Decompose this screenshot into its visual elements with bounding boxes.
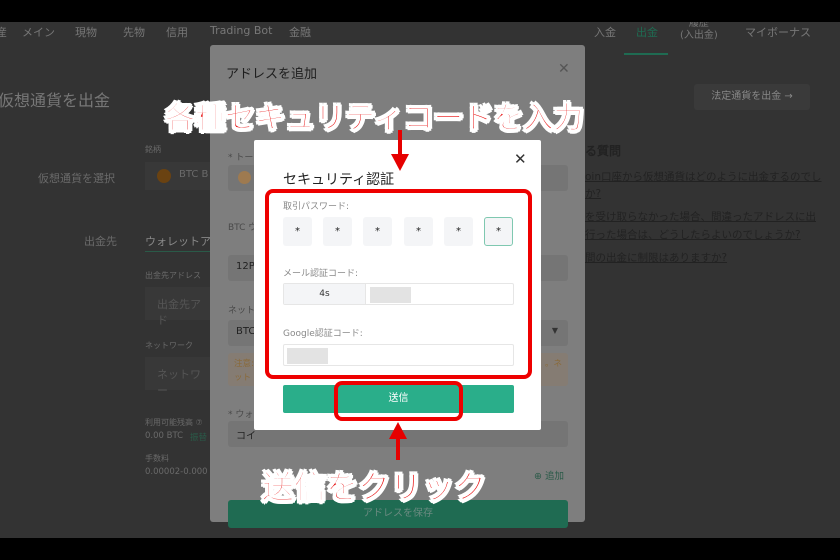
balance-value: 0.00 BTC: [145, 431, 184, 441]
btc-wallet-label: BTC ウ: [228, 223, 258, 233]
faq-link-2b[interactable]: 行った場合は、どうしたらよいのでしょうか?: [585, 227, 801, 242]
nav-trading-bot[interactable]: Trading Bot: [210, 24, 272, 37]
security-title: セキュリティ認証: [283, 172, 395, 188]
plus-circle-icon: ⊕: [534, 471, 542, 482]
close-icon[interactable]: ✕: [514, 150, 527, 168]
fee-label: 手数料: [145, 454, 169, 463]
transfer-link[interactable]: 振替: [190, 431, 207, 443]
nav-finance[interactable]: 金融: [289, 24, 311, 40]
annotation-enter-codes: 各種セキュリティコードを入力: [164, 101, 584, 137]
nav-main[interactable]: メイン: [22, 24, 55, 40]
arrow-down-icon: [391, 130, 409, 171]
faq-link-1[interactable]: oin口座から仮想通貨はどのように出金するのでし: [585, 169, 822, 184]
fee-value: 0.00002-0.000: [145, 467, 208, 477]
coin-label: 銘柄: [145, 145, 161, 154]
active-tab-indicator: [624, 53, 668, 55]
nav-deposit[interactable]: 入金: [594, 24, 616, 40]
nav-futures[interactable]: 先物: [123, 24, 145, 40]
annotation-highlight-submit: [334, 381, 463, 421]
select-crypto-label: 仮想通貨を選択: [38, 172, 115, 185]
page-title: 仮想通貨を出金: [0, 91, 111, 110]
annotation-click-submit: 送信をクリック: [261, 468, 487, 507]
token-label: * トー: [228, 153, 254, 163]
tab-underline: [145, 251, 210, 252]
faq-link-1b[interactable]: か?: [585, 186, 601, 201]
address-input[interactable]: 出金先アド: [145, 287, 210, 327]
add-address-title: アドレスを追加: [226, 67, 318, 82]
address-label: 出金先アドレス: [145, 271, 201, 280]
network-label: ネットワーク: [145, 341, 193, 350]
faq-title: る質問: [585, 144, 622, 158]
balance-label: 利用可能残高 ⑦: [145, 418, 203, 427]
arrow-up-icon: [389, 422, 407, 460]
network-select[interactable]: ネットワー: [145, 357, 210, 397]
wallet-address-tab[interactable]: ウォレットア: [145, 233, 211, 249]
nav-margin[interactable]: 信用: [166, 24, 188, 40]
bitcoin-icon: [238, 171, 251, 184]
annotation-highlight-codes: [265, 189, 532, 379]
faq-link-2[interactable]: を受け取らなかった場合、間違ったアドレスに出: [585, 209, 816, 224]
nav-item-0[interactable]: 産: [0, 24, 7, 40]
caret-down-icon: ▼: [551, 326, 558, 335]
wallet-label: * ウォ: [228, 410, 254, 420]
close-icon[interactable]: ✕: [558, 61, 570, 77]
fiat-withdraw-button[interactable]: 法定通貨を出金 →: [694, 84, 810, 110]
nav-spot[interactable]: 現物: [75, 24, 97, 40]
nav-history[interactable]: 履歴 (入出金): [680, 22, 718, 42]
add-link[interactable]: ⊕ 追加: [534, 468, 564, 482]
bitcoin-icon: [157, 169, 171, 183]
network-label-2: ネット: [228, 306, 256, 316]
coin-select[interactable]: BTC B: [145, 162, 215, 190]
destination-label: 出金先: [84, 235, 117, 248]
nav-my-bonus[interactable]: マイボーナス: [745, 24, 811, 40]
faq-link-3[interactable]: 間の出金に制限はありますか?: [585, 250, 727, 265]
nav-withdraw[interactable]: 出金: [636, 24, 658, 40]
